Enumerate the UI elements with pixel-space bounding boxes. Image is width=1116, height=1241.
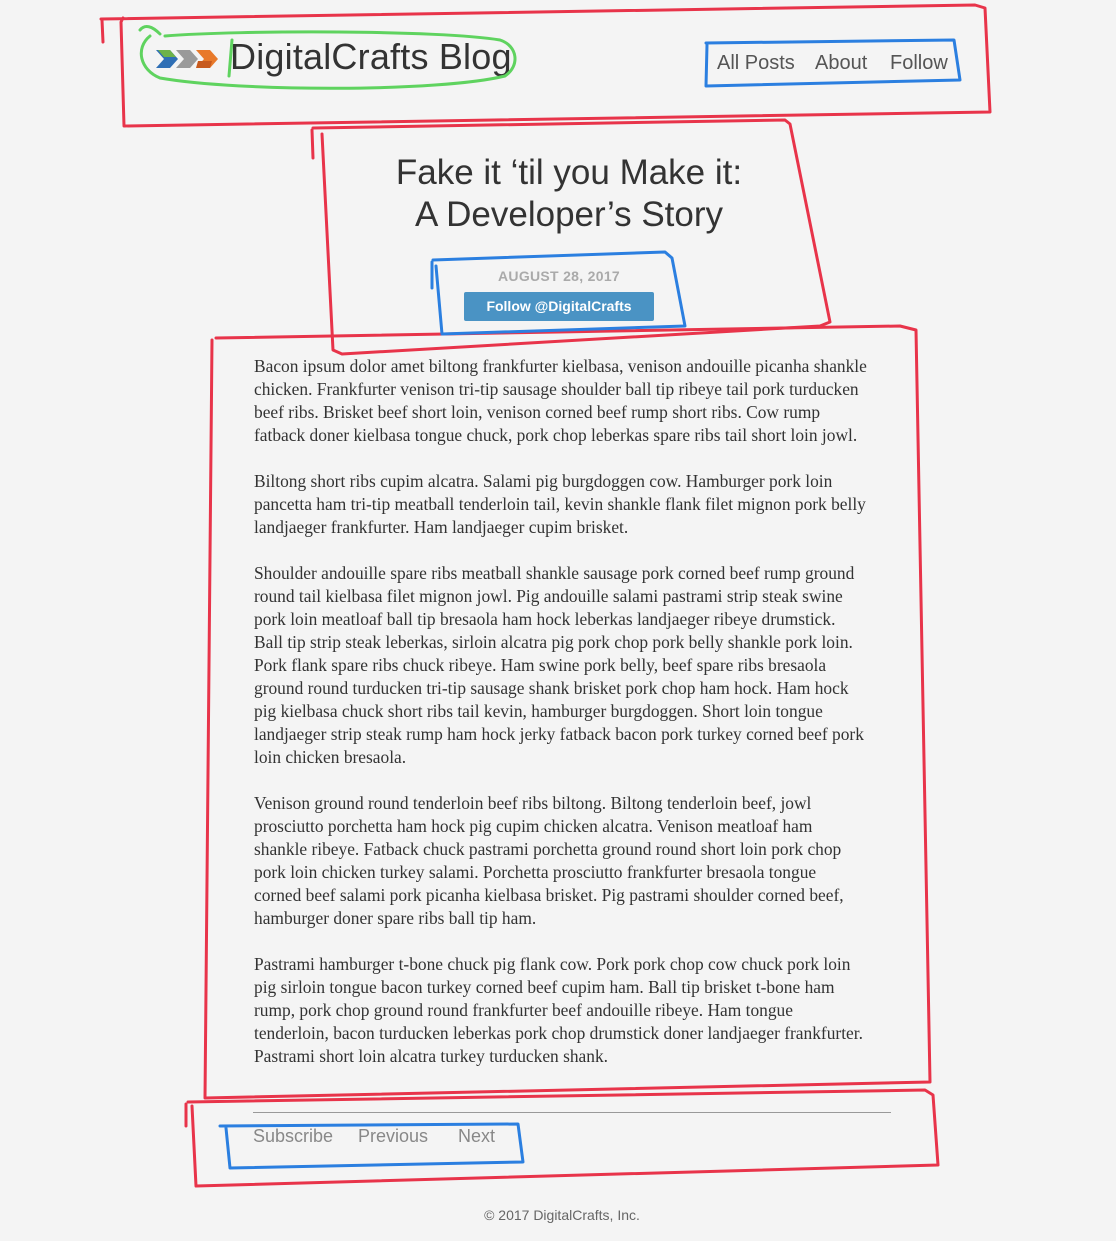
post-paragraph-line: loin chicken bresaola.: [254, 747, 407, 767]
post-paragraph-line: Pastrami short loin alcatra turkey turdu…: [254, 1046, 608, 1066]
post-body: Bacon ipsum dolor amet biltong frankfurt…: [254, 355, 894, 1091]
post-paragraph-line: Venison ground round tenderloin beef rib…: [254, 793, 812, 813]
post-paragraph: Pastrami hamburger t-bone chuck pig flan…: [254, 953, 894, 1068]
post-paragraph-line: pancetta ham tri-tip meatball tenderloin…: [254, 494, 866, 514]
post-paragraph-line: pork loin chicken turkey salami. Porchet…: [254, 862, 817, 882]
post-paragraph: Bacon ipsum dolor amet biltong frankfurt…: [254, 355, 894, 447]
digitalcrafts-logo-icon: [156, 50, 218, 68]
site-title[interactable]: DigitalCrafts Blog: [230, 36, 512, 78]
post-paragraph-line: Ball tip strip steak leberkas, sirloin a…: [254, 632, 853, 652]
post-paragraph-line: landjaeger frankfurter. Ham landjaeger c…: [254, 517, 629, 537]
post-title: Fake it ‘til you Make it: A Developer’s …: [280, 152, 858, 236]
post-title-line-1: Fake it ‘til you Make it:: [395, 153, 743, 192]
follow-twitter-button[interactable]: Follow @DigitalCrafts: [464, 292, 654, 321]
post-paragraph: Venison ground round tenderloin beef rib…: [254, 792, 894, 930]
post-date: AUGUST 28, 2017: [498, 268, 620, 284]
post-paragraph-line: pig sirloin tongue bacon turkey corned b…: [254, 977, 835, 997]
post-paragraph-line: ground round turducken tri-tip sausage s…: [254, 678, 849, 698]
post-paragraph-line: prosciutto porchetta ham hock pig cupim …: [254, 816, 813, 836]
post-title-line-2: A Developer’s Story: [414, 195, 724, 234]
post-paragraph-line: shankle ribeye. Fatback chuck pastrami p…: [254, 839, 842, 859]
post-paragraph-line: tenderloin, bacon turducken leberkas por…: [254, 1023, 863, 1043]
nav-all-posts[interactable]: All Posts: [717, 52, 795, 75]
post-paragraph-line: round tail kielbasa filet mignon jowl. P…: [254, 586, 843, 606]
post-paragraph-line: fatback doner kielbasa tongue chuck, por…: [254, 425, 858, 445]
post-paragraph-line: landjaeger strip steak rump ham hock jer…: [254, 724, 864, 744]
post-paragraph-line: rump, pork chop ground round frankfurter…: [254, 1000, 793, 1020]
footer-previous-link[interactable]: Previous: [358, 1126, 428, 1147]
post-paragraph-line: pork loin meatloaf ball tip bresaola ham…: [254, 609, 836, 629]
post-paragraph-line: hamburger doner spare ribs ball tip ham.: [254, 908, 537, 928]
post-paragraph-line: Pastrami hamburger t-bone chuck pig flan…: [254, 954, 851, 974]
post-paragraph-line: chicken. Frankfurter venison tri-tip sau…: [254, 379, 859, 399]
post-paragraph-line: beef ribs. Brisket beef short loin, veni…: [254, 402, 821, 422]
post-paragraph: Biltong short ribs cupim alcatra. Salami…: [254, 470, 894, 539]
copyright: © 2017 DigitalCrafts, Inc.: [484, 1207, 640, 1223]
footer-next-link[interactable]: Next: [458, 1126, 495, 1147]
post-paragraph-line: Bacon ipsum dolor amet biltong frankfurt…: [254, 356, 867, 376]
nav-about[interactable]: About: [815, 52, 867, 75]
footer-divider: [253, 1112, 891, 1113]
post-paragraph-line: pig kielbasa chuck short ribs tail kevin…: [254, 701, 823, 721]
post-paragraph-line: Shoulder andouille spare ribs meatball s…: [254, 563, 855, 583]
footer-subscribe-link[interactable]: Subscribe: [253, 1126, 333, 1147]
post-paragraph: Shoulder andouille spare ribs meatball s…: [254, 562, 894, 769]
post-paragraph-line: Pork flank spare ribs chuck ribeye. Ham …: [254, 655, 827, 675]
nav-follow[interactable]: Follow: [890, 52, 948, 75]
post-paragraph-line: Biltong short ribs cupim alcatra. Salami…: [254, 471, 833, 491]
post-paragraph-line: corned beef salami pork picanha kielbasa…: [254, 885, 844, 905]
